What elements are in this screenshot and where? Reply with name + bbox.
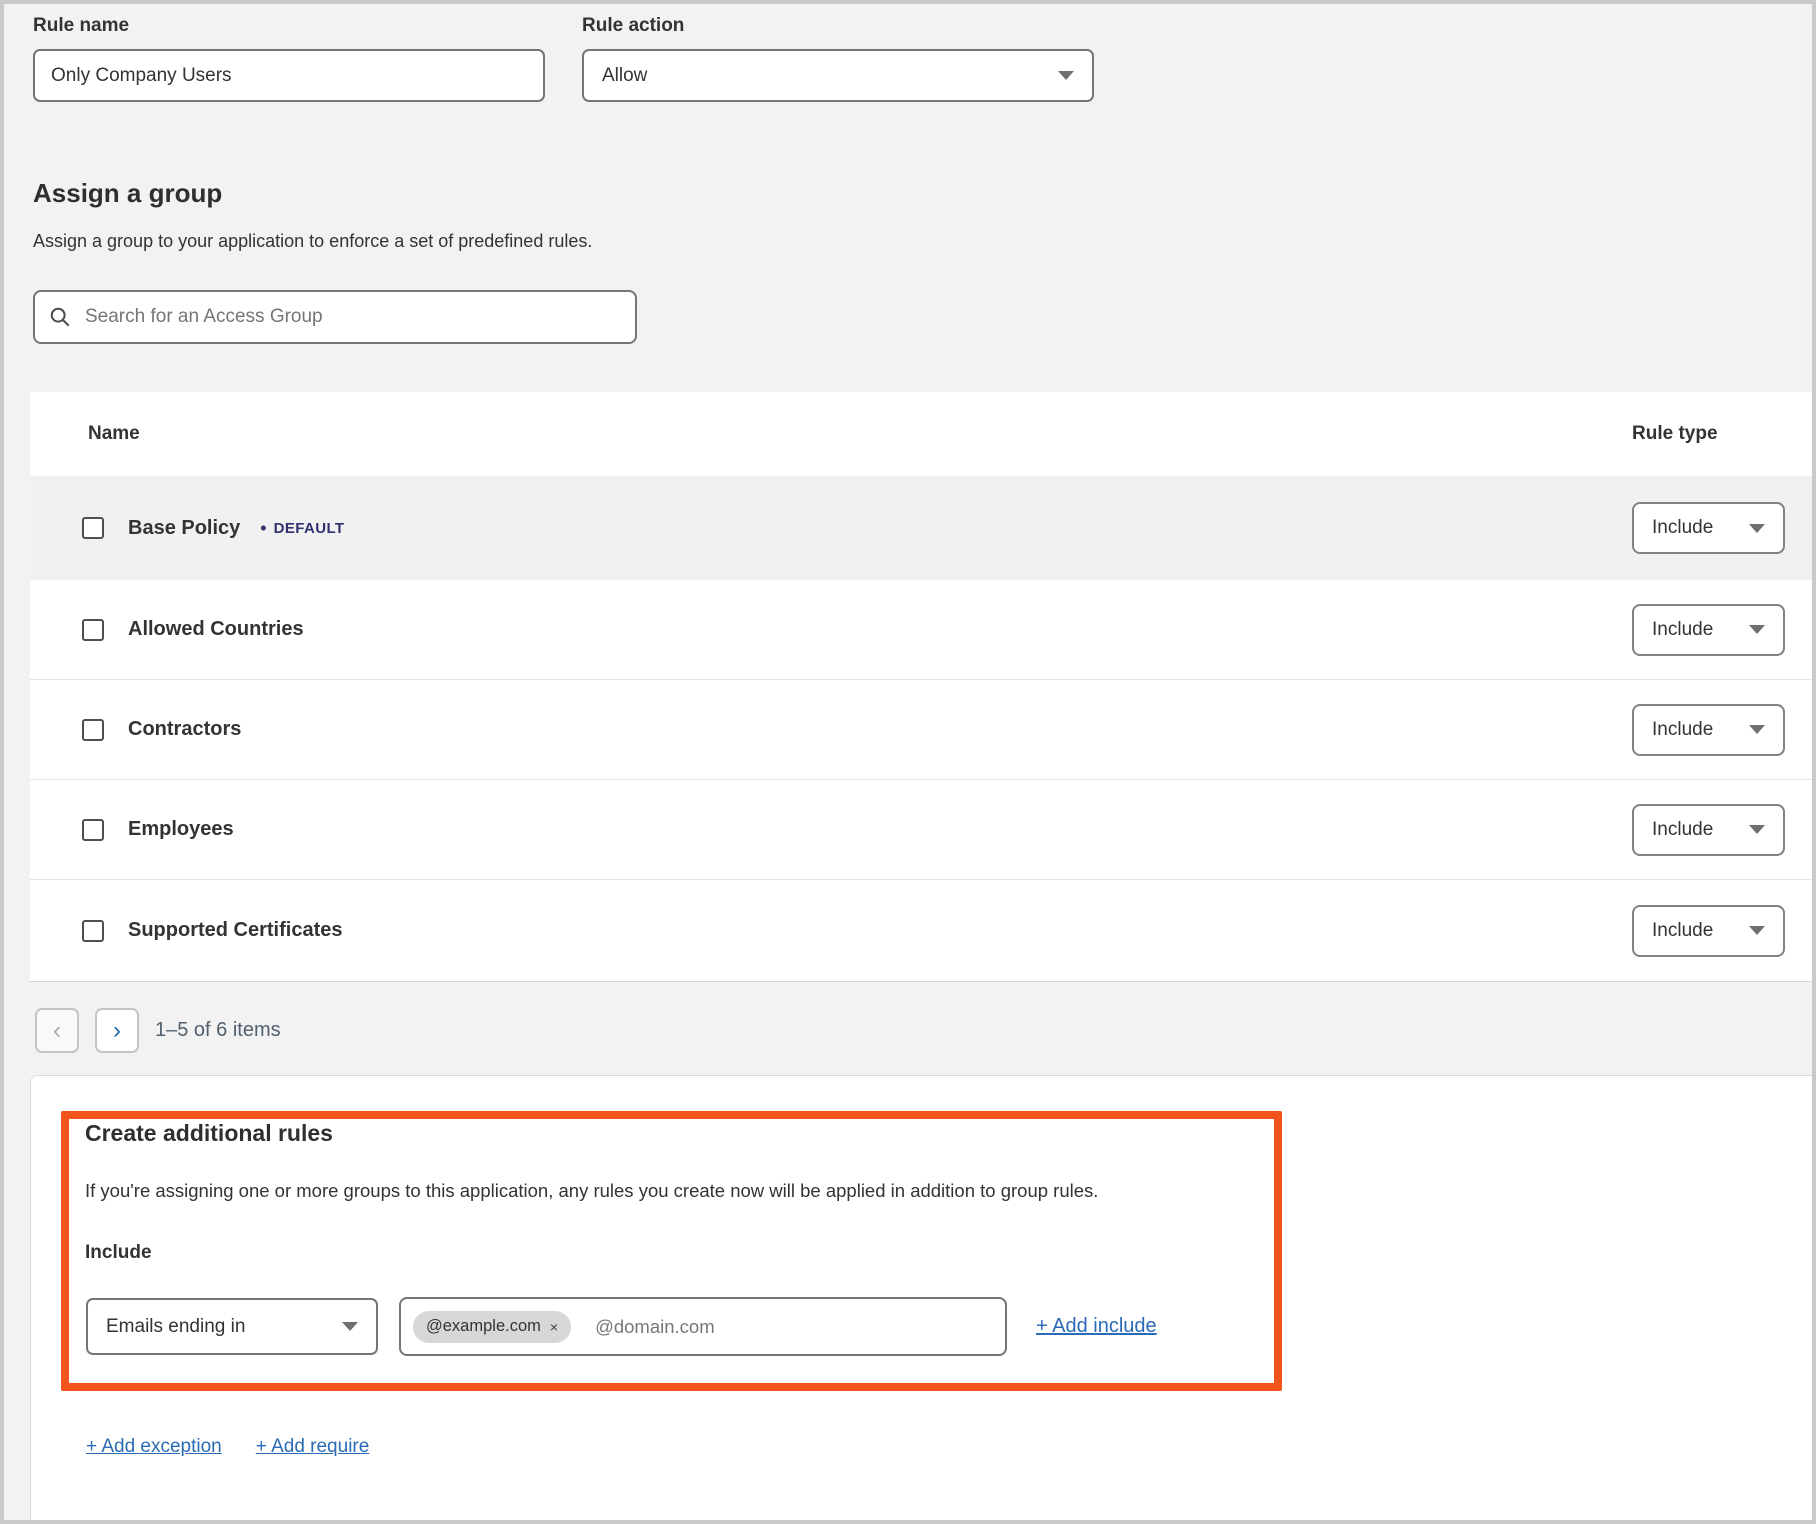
- include-label: Include: [85, 1242, 152, 1264]
- rule-action-label: Rule action: [582, 15, 684, 37]
- chevron-down-icon: [1749, 926, 1765, 935]
- email-domain-tag-input[interactable]: @example.com ×: [399, 1297, 1007, 1356]
- group-name: Contractors: [128, 718, 241, 741]
- policy-rule-page: Rule name Rule action Allow Assign a gro…: [0, 0, 1816, 1524]
- chevron-down-icon: [1058, 71, 1074, 80]
- column-header-name: Name: [88, 423, 140, 445]
- group-name: Employees: [128, 818, 234, 841]
- footer-links: + Add exception + Add require: [86, 1436, 369, 1458]
- row-checkbox[interactable]: [82, 920, 104, 942]
- column-header-rule-type: Rule type: [1632, 423, 1718, 445]
- assign-group-heading: Assign a group: [33, 178, 222, 209]
- row-checkbox[interactable]: [82, 517, 104, 539]
- chevron-down-icon: [342, 1322, 358, 1331]
- chevron-down-icon: [1749, 825, 1765, 834]
- table-row: Employees Include: [30, 779, 1816, 879]
- email-domain-tag: @example.com ×: [413, 1311, 571, 1343]
- rule-type-select[interactable]: Include: [1632, 804, 1785, 856]
- table-row: Supported Certificates Include: [30, 879, 1816, 981]
- rule-name-input[interactable]: [33, 49, 545, 102]
- pagination-label: 1–5 of 6 items: [155, 1019, 281, 1042]
- row-checkbox[interactable]: [82, 719, 104, 741]
- rule-action-value: Allow: [602, 65, 647, 87]
- chevron-left-icon: ‹: [53, 1019, 61, 1043]
- assign-group-description: Assign a group to your application to en…: [33, 231, 592, 252]
- group-name: Supported Certificates: [128, 919, 342, 942]
- chevron-down-icon: [1749, 524, 1765, 533]
- create-additional-rules-heading: Create additional rules: [85, 1120, 333, 1147]
- rule-action-select[interactable]: Allow: [582, 49, 1094, 102]
- pagination: ‹ › 1–5 of 6 items: [35, 1008, 281, 1053]
- include-rule-row: Emails ending in @example.com × + Add in…: [86, 1297, 1157, 1356]
- rule-type-select[interactable]: Include: [1632, 905, 1785, 957]
- create-additional-rules-description: If you're assigning one or more groups t…: [85, 1180, 1225, 1202]
- add-include-link[interactable]: + Add include: [1036, 1315, 1157, 1338]
- add-exception-link[interactable]: + Add exception: [86, 1436, 222, 1458]
- table-row: Contractors Include: [30, 679, 1816, 779]
- access-groups-table: Name Rule type Base Policy • DEFAULT Inc…: [30, 392, 1816, 982]
- rule-condition-select[interactable]: Emails ending in: [86, 1298, 378, 1355]
- previous-page-button[interactable]: ‹: [35, 1008, 79, 1053]
- chevron-right-icon: ›: [113, 1019, 121, 1043]
- group-name: Base Policy: [128, 517, 240, 540]
- search-input[interactable]: [83, 305, 621, 329]
- access-group-search[interactable]: [33, 290, 637, 344]
- rule-type-select[interactable]: Include: [1632, 604, 1785, 656]
- additional-rules-panel: Create additional rules If you're assign…: [30, 1075, 1816, 1524]
- rule-name-label: Rule name: [33, 15, 129, 37]
- rule-type-select[interactable]: Include: [1632, 704, 1785, 756]
- row-checkbox[interactable]: [82, 619, 104, 641]
- add-require-link[interactable]: + Add require: [256, 1436, 370, 1458]
- group-name: Allowed Countries: [128, 618, 304, 641]
- table-row: Allowed Countries Include: [30, 580, 1816, 679]
- search-icon: [49, 306, 71, 328]
- table-row: Base Policy • DEFAULT Include: [30, 476, 1816, 580]
- email-domain-input[interactable]: [593, 1315, 993, 1339]
- chevron-down-icon: [1749, 725, 1765, 734]
- bullet-icon: •: [260, 519, 266, 537]
- chevron-down-icon: [1749, 625, 1765, 634]
- rule-type-select[interactable]: Include: [1632, 502, 1785, 554]
- default-badge: • DEFAULT: [260, 519, 344, 537]
- row-checkbox[interactable]: [82, 819, 104, 841]
- next-page-button[interactable]: ›: [95, 1008, 139, 1053]
- table-header-row: Name Rule type: [30, 392, 1816, 476]
- remove-tag-icon[interactable]: ×: [550, 1320, 558, 1334]
